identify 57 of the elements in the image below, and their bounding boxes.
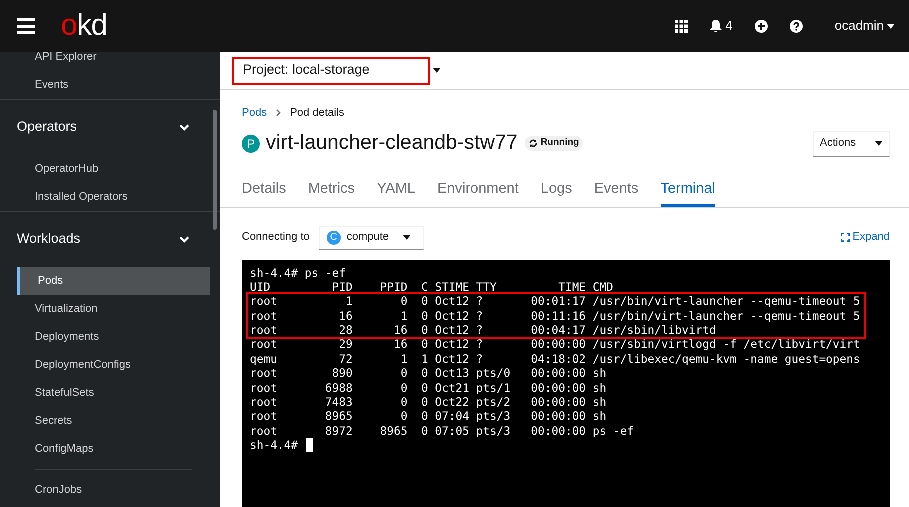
- help-icon[interactable]: [790, 20, 803, 32]
- tab[interactable]: Events: [594, 174, 639, 206]
- terminal-line: root 7483 0 0 Oct22 pts/2 00:00:00 sh: [250, 395, 608, 410]
- chevron-right-icon: [276, 109, 282, 118]
- breadcrumb-current: Pod details: [290, 106, 345, 121]
- breadcrumb-link[interactable]: Pods: [242, 105, 268, 122]
- terminal-line: root 16 1 0 Oct12 ? 00:11:16 /usr/bin/virt-launcher --qemu-timeout 5: [250, 308, 860, 324]
- bell-icon: [710, 20, 722, 32]
- tab[interactable]: Details: [242, 174, 286, 206]
- terminal-line: root 6988 0 0 Oct21 pts/1 00:00:00 sh: [250, 380, 608, 396]
- app-grid-icon[interactable]: [674, 20, 688, 32]
- terminal-line: qemu 72 1 1 Oct12 ? 04:18:02 /usr/libexec/qemu-kvm -name guest=opens: [250, 352, 862, 366]
- nav-item[interactable]: Installed Operators: [0, 183, 220, 211]
- status-label: Running: [524, 136, 584, 151]
- terminal-line: root 29 16 0 Oct12 ? 00:00:00 /usr/sbin/virtlogd -f /etc/libvirt/virt: [250, 337, 862, 352]
- sync-icon: [528, 139, 538, 148]
- connection-label: Connecting to: [242, 230, 310, 246]
- terminal-line: UID PID PPID C STIME TTY TIME CMD: [250, 280, 614, 294]
- nav-item[interactable]: Pods: [17, 267, 210, 295]
- notifications-button[interactable]: 4: [710, 16, 733, 36]
- nav-item[interactable]: CronJobs: [0, 476, 220, 504]
- page-title: virt-launcher-cleandb-stw77: [266, 133, 518, 154]
- menu-icon[interactable]: [17, 18, 35, 34]
- terminal-line: root 8965 0 0 07:04 pts/3 00:00:00 sh: [250, 409, 608, 424]
- terminal-line: root 28 16 0 Oct12 ? 00:04:17 /usr/sbin/libvirtd: [250, 323, 718, 338]
- terminal[interactable]: [242, 260, 890, 507]
- nav-item[interactable]: StatefulSets: [0, 379, 220, 407]
- tab[interactable]: Terminal: [660, 174, 716, 206]
- project-selector[interactable]: Project: local-storage: [232, 56, 430, 84]
- nav-item[interactable]: OperatorHub: [0, 155, 220, 183]
- plus-circle-icon[interactable]: [754, 20, 768, 32]
- terminal-line: root 8972 8965 0 07:05 pts/3 00:00:00 ps -ef: [250, 424, 636, 438]
- text-cursor: [306, 438, 314, 452]
- tab[interactable]: YAML: [377, 174, 416, 206]
- nav-item[interactable]: Deployments: [0, 323, 220, 351]
- tab[interactable]: Metrics: [308, 174, 356, 206]
- nav-item[interactable]: ConfigMaps: [0, 435, 220, 463]
- nav-item[interactable]: API Explorer: [0, 52, 220, 71]
- terminal-prompt: sh-4.4#: [250, 438, 298, 453]
- terminal-line: sh-4.4# ps -ef: [250, 266, 348, 280]
- nav-item[interactable]: Events: [0, 71, 220, 99]
- expand-link[interactable]: Expand: [840, 229, 890, 246]
- caret-icon: [433, 68, 441, 73]
- terminal-line: root 890 0 0 Oct13 pts/0 00:00:00 sh: [250, 366, 608, 381]
- pod-badge: P: [242, 134, 260, 152]
- actions-dropdown[interactable]: Actions: [813, 130, 890, 156]
- nav-item[interactable]: DeploymentConfigs: [0, 351, 220, 379]
- expand-icon: [840, 233, 850, 242]
- tab[interactable]: Logs: [540, 174, 572, 206]
- container-selector[interactable]: C compute: [318, 226, 424, 250]
- user-menu[interactable]: ocadmin: [834, 16, 895, 36]
- tab[interactable]: Environment: [437, 174, 519, 206]
- nav-item[interactable]: Secrets: [0, 407, 220, 435]
- nav-item[interactable]: Virtualization: [0, 295, 220, 323]
- scrollbar[interactable]: [213, 110, 217, 230]
- okd-logo[interactable]: okd: [61, 11, 108, 41]
- terminal-line: root 1 0 0 Oct12 ? 00:01:17 /usr/bin/virt-launcher --qemu-timeout 5: [250, 294, 860, 309]
